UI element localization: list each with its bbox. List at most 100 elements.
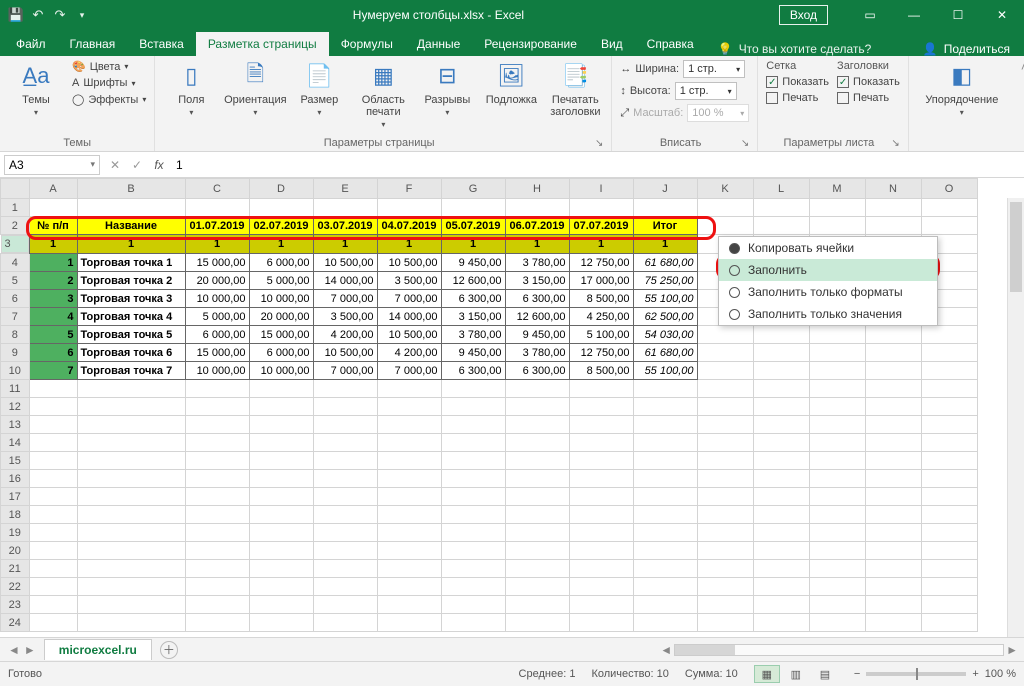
cell[interactable]: [313, 199, 377, 217]
cell[interactable]: [185, 434, 249, 452]
cell[interactable]: [505, 578, 569, 596]
cell[interactable]: [753, 434, 809, 452]
share-button[interactable]: 👤 Поделиться: [913, 42, 1020, 56]
cell[interactable]: [753, 614, 809, 632]
cell[interactable]: [569, 488, 633, 506]
cell[interactable]: [377, 524, 441, 542]
cell[interactable]: 6 300,00: [505, 362, 569, 380]
cell[interactable]: [569, 596, 633, 614]
cell[interactable]: [77, 596, 185, 614]
cell[interactable]: [921, 380, 977, 398]
cell[interactable]: [753, 506, 809, 524]
cell[interactable]: [809, 199, 865, 217]
cell[interactable]: [809, 578, 865, 596]
cell[interactable]: [569, 380, 633, 398]
col-header-B[interactable]: B: [77, 179, 185, 199]
cell[interactable]: [569, 506, 633, 524]
row-header-21[interactable]: 21: [1, 560, 30, 578]
qat-customize-icon[interactable]: ▾: [74, 7, 90, 23]
cell[interactable]: [29, 434, 77, 452]
cell[interactable]: [809, 506, 865, 524]
cell[interactable]: [633, 614, 697, 632]
cell[interactable]: 4 250,00: [569, 308, 633, 326]
col-header-K[interactable]: K: [697, 179, 753, 199]
cell[interactable]: [633, 398, 697, 416]
sheet-nav-prev-icon[interactable]: ◄: [8, 643, 20, 657]
cell[interactable]: 1: [505, 235, 569, 254]
cell[interactable]: [633, 470, 697, 488]
cell[interactable]: [505, 542, 569, 560]
sheet-nav-next-icon[interactable]: ►: [24, 643, 36, 657]
cell[interactable]: [377, 380, 441, 398]
cell[interactable]: [313, 578, 377, 596]
cell[interactable]: [809, 470, 865, 488]
cell[interactable]: [441, 506, 505, 524]
fx-icon[interactable]: fx: [148, 158, 170, 172]
cell[interactable]: [865, 488, 921, 506]
cell[interactable]: [569, 614, 633, 632]
cell[interactable]: [441, 488, 505, 506]
row-header-13[interactable]: 13: [1, 416, 30, 434]
tab-разметка страницы[interactable]: Разметка страницы: [196, 32, 329, 56]
cell[interactable]: [753, 416, 809, 434]
cell[interactable]: [921, 578, 977, 596]
cell[interactable]: [313, 560, 377, 578]
cell[interactable]: 10 000,00: [185, 362, 249, 380]
cell[interactable]: [697, 434, 753, 452]
col-header-N[interactable]: N: [865, 179, 921, 199]
cell[interactable]: [633, 578, 697, 596]
col-header-C[interactable]: C: [185, 179, 249, 199]
autofill-option[interactable]: Заполнить только форматы: [719, 281, 937, 303]
cell[interactable]: [249, 380, 313, 398]
cell[interactable]: [753, 578, 809, 596]
cell[interactable]: [441, 470, 505, 488]
cell[interactable]: 1: [377, 235, 441, 254]
cell[interactable]: [865, 199, 921, 217]
cell[interactable]: [441, 380, 505, 398]
cell[interactable]: [697, 578, 753, 596]
cell[interactable]: [441, 560, 505, 578]
cell[interactable]: [697, 380, 753, 398]
row-header-16[interactable]: 16: [1, 470, 30, 488]
cell[interactable]: [77, 199, 185, 217]
cell[interactable]: [633, 596, 697, 614]
cell[interactable]: [505, 524, 569, 542]
cell[interactable]: [809, 596, 865, 614]
cell[interactable]: [865, 362, 921, 380]
cell[interactable]: [77, 452, 185, 470]
cell[interactable]: [77, 380, 185, 398]
cell[interactable]: [249, 398, 313, 416]
cell[interactable]: [29, 506, 77, 524]
cell[interactable]: [505, 199, 569, 217]
row-header-9[interactable]: 9: [1, 344, 30, 362]
cell[interactable]: [505, 452, 569, 470]
size-button[interactable]: 📄Размер▾: [291, 60, 347, 117]
select-all-cell[interactable]: [1, 179, 30, 199]
cell[interactable]: [809, 326, 865, 344]
cell[interactable]: [921, 596, 977, 614]
cell[interactable]: 10 500,00: [313, 344, 377, 362]
row-header-11[interactable]: 11: [1, 380, 30, 398]
cell[interactable]: Торговая точка 2: [77, 272, 185, 290]
maximize-icon[interactable]: ☐: [936, 0, 980, 30]
cell[interactable]: 3 500,00: [377, 272, 441, 290]
cell[interactable]: [633, 488, 697, 506]
cell[interactable]: [697, 326, 753, 344]
cell[interactable]: [377, 488, 441, 506]
cell[interactable]: Торговая точка 3: [77, 290, 185, 308]
row-header-7[interactable]: 7: [1, 308, 30, 326]
cell[interactable]: 4 200,00: [313, 326, 377, 344]
cell[interactable]: [249, 452, 313, 470]
cell[interactable]: [185, 542, 249, 560]
cell[interactable]: 1: [29, 235, 77, 254]
cell[interactable]: [921, 614, 977, 632]
cell[interactable]: [569, 416, 633, 434]
col-header-G[interactable]: G: [441, 179, 505, 199]
tab-рецензирование[interactable]: Рецензирование: [472, 32, 589, 56]
cell[interactable]: [249, 434, 313, 452]
cell[interactable]: [633, 416, 697, 434]
sheet-tab[interactable]: microexcel.ru: [44, 639, 152, 660]
cell[interactable]: [185, 416, 249, 434]
cell[interactable]: [569, 524, 633, 542]
cell[interactable]: [505, 488, 569, 506]
